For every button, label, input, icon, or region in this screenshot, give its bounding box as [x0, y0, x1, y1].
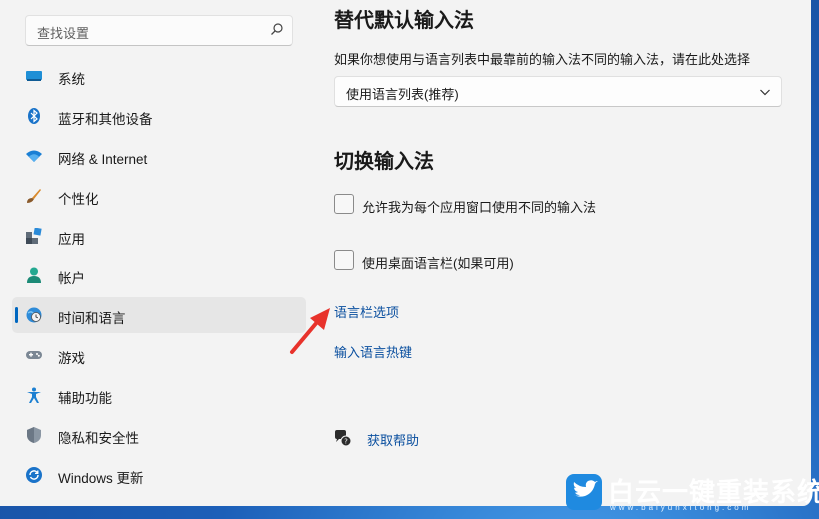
- sidebar-item-gaming[interactable]: 游戏: [12, 337, 306, 373]
- sidebar-item-apps[interactable]: 应用: [12, 218, 306, 254]
- sidebar-item-windows-update[interactable]: Windows 更新: [12, 457, 306, 493]
- sidebar-item-label: 网络 & Internet: [58, 152, 148, 167]
- sidebar-item-accessibility[interactable]: 辅助功能: [12, 377, 306, 413]
- sidebar-item-network[interactable]: 网络 & Internet: [12, 138, 306, 174]
- watermark-url: www.baiyunxitong.com: [610, 503, 752, 512]
- sidebar-item-label: 蓝牙和其他设备: [58, 112, 153, 127]
- chevron-down-icon: [760, 89, 770, 96]
- bird-logo-icon: [566, 474, 602, 510]
- help-icon: ?: [335, 430, 352, 447]
- sidebar-item-label: Windows 更新: [58, 471, 144, 486]
- svg-text:?: ?: [344, 438, 348, 446]
- langbar-checkbox-label[interactable]: 使用桌面语言栏(如果可用): [362, 253, 514, 272]
- accessibility-icon: [27, 387, 41, 403]
- sidebar-item-label: 时间和语言: [58, 311, 126, 326]
- search-input[interactable]: 查找设置: [37, 23, 89, 42]
- override-description: 如果你想使用与语言列表中最靠前的输入法不同的输入法，请在此处选择: [334, 52, 751, 67]
- gamepad-icon: [26, 351, 42, 359]
- brush-icon: [27, 189, 41, 203]
- active-indicator: [15, 307, 18, 323]
- update-icon: [26, 467, 42, 483]
- sidebar-item-accounts[interactable]: 帐户: [12, 257, 306, 293]
- sidebar-item-label: 隐私和安全性: [58, 431, 139, 446]
- input-method-dropdown[interactable]: 使用语言列表(推荐): [334, 76, 782, 107]
- bluetooth-icon: [28, 108, 40, 124]
- main-content: 替代默认输入法 如果你想使用与语言列表中最靠前的输入法不同的输入法，请在此处选择…: [334, 0, 784, 506]
- watermark: 白云一键重装系统 www.baiyunxitong.com: [562, 470, 819, 516]
- red-arrow-annotation: [290, 308, 330, 354]
- sidebar-item-privacy[interactable]: 隐私和安全性: [12, 417, 306, 453]
- per-app-checkbox-label[interactable]: 允许我为每个应用窗口使用不同的输入法: [362, 197, 596, 216]
- sidebar-item-label: 系统: [58, 72, 85, 87]
- sidebar-item-bluetooth[interactable]: 蓝牙和其他设备: [12, 98, 306, 134]
- sidebar-item-personalization[interactable]: 个性化: [12, 178, 306, 214]
- language-bar-options-link[interactable]: 语言栏选项: [334, 302, 399, 321]
- section-title-override: 替代默认输入法: [334, 10, 474, 32]
- sidebar-item-system[interactable]: 系统: [12, 58, 306, 94]
- shield-icon: [27, 427, 41, 443]
- dropdown-value: 使用语言列表(推荐): [346, 87, 459, 102]
- monitor-icon: [26, 71, 42, 81]
- wifi-icon: [26, 150, 42, 162]
- input-language-hotkeys-link[interactable]: 输入语言热键: [334, 342, 412, 361]
- sidebar-item-label: 游戏: [58, 351, 85, 366]
- get-help-label: 获取帮助: [367, 433, 420, 448]
- globe-clock-icon: [26, 307, 42, 323]
- per-app-checkbox[interactable]: [334, 194, 354, 214]
- apps-icon: [26, 228, 42, 244]
- settings-window: 查找设置 系统 蓝牙和其他设备 网络 & Internet 个性化 应用 帐户 …: [0, 0, 811, 506]
- search-box[interactable]: 查找设置: [25, 15, 293, 46]
- sidebar: 查找设置 系统 蓝牙和其他设备 网络 & Internet 个性化 应用 帐户 …: [0, 0, 320, 506]
- sidebar-item-label: 个性化: [58, 192, 99, 207]
- sidebar-item-time-language[interactable]: 时间和语言: [12, 297, 306, 333]
- section-title-switch: 切换输入法: [334, 151, 434, 173]
- sidebar-item-label: 帐户: [58, 271, 85, 286]
- sidebar-item-label: 辅助功能: [58, 391, 112, 406]
- search-icon[interactable]: [270, 22, 284, 36]
- person-icon: [27, 267, 41, 283]
- langbar-checkbox[interactable]: [334, 250, 354, 270]
- sidebar-item-label: 应用: [58, 232, 85, 247]
